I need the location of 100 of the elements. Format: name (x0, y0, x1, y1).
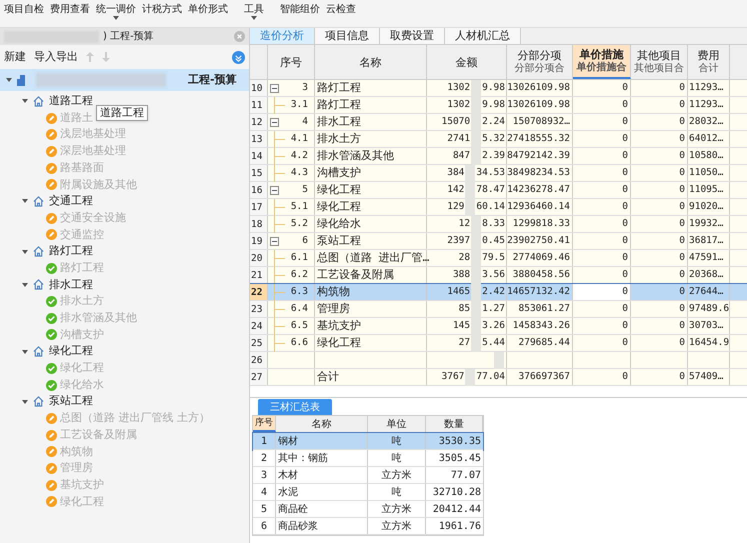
table-cell-text: 合计 (317, 368, 339, 385)
table-row[interactable]: 1 钢材 吨 3530.35 (253, 433, 483, 450)
tab[interactable]: 造价分析 (250, 28, 315, 44)
table-cell-text: 279685.44 (518, 336, 570, 350)
panel-title: ) 工程-预算 (103, 30, 154, 44)
tab[interactable]: 人材机汇总 (445, 28, 521, 44)
table-row[interactable]: 14 4.2 排水管涵及其他 847 2.39 84792142.39 0 0 10580… (250, 148, 747, 165)
table-row[interactable]: 25 6.6 绿化工程 27 5.44 279685.44 0 0 16454.9 (250, 335, 747, 352)
table-row[interactable]: 12 4 排水工程 15070 2.24 150708932… 0 0 28032… (250, 114, 747, 131)
table-row[interactable]: 21 6.2 工艺设备及附属 388 3.56 3880458.56 0 0 20368… (250, 267, 747, 284)
table-cell-text: 排水管涵及其他 (317, 148, 394, 164)
toolbar-button[interactable]: 统一调价 (96, 3, 136, 20)
table-cell-text: 基坑支护 (317, 318, 361, 334)
toolbar-button[interactable]: 计税方式 (142, 3, 182, 16)
table-cell-text: 立方米 (382, 502, 412, 516)
column-header[interactable]: 序号 (253, 416, 276, 432)
table-cell-text: 145 (452, 318, 470, 333)
table-cell-text: 12 (458, 216, 470, 231)
table-cell-text: 0 (622, 234, 628, 248)
table-cell-text: 6.1 (290, 250, 308, 265)
table-cell-text: 12936460.14 (507, 200, 570, 214)
tree-group[interactable]: 路灯工程 (0, 243, 249, 260)
table-cell-text: 14657132.42 (507, 284, 570, 299)
tree-root[interactable]: 工程-预算 (0, 69, 249, 91)
collapse-icon[interactable] (270, 236, 279, 246)
tree-group[interactable]: 排水工程 (0, 276, 249, 294)
pencil-icon (46, 112, 57, 124)
table-cell-text: 10580… (689, 148, 724, 163)
table-row[interactable]: 3 木材 立方米 77.07 (253, 467, 483, 484)
column-header[interactable]: 名称 (315, 45, 427, 79)
tree-group[interactable]: 泵站工程 (0, 393, 249, 410)
table-cell-text: 0 (622, 98, 628, 112)
column-header[interactable]: 序号 (268, 45, 315, 79)
tooltip: 道路工程 (96, 105, 148, 121)
row-number: 14 (250, 148, 268, 164)
toolbar-button[interactable]: 工具 (244, 3, 264, 20)
table-cell-text: 36817… (689, 234, 724, 248)
table-row[interactable]: 23 6.4 管理房 85 1.27 853061.27 0 0 97489.6 (250, 301, 747, 318)
table-cell-text: 77.07 (450, 468, 481, 482)
check-icon (46, 329, 57, 340)
table-row[interactable]: 18 5.2 绿化给水 12 8.33 1299818.33 0 0 19932… (250, 216, 747, 233)
table-row[interactable]: 13 4.1 排水土方 2741 5.32 27418555.32 0 0 64012… (250, 131, 747, 148)
table-cell-text: 28 (458, 250, 470, 265)
row-number: 10 (250, 80, 268, 96)
table-cell-text: 853061.27 (518, 302, 570, 316)
table-row[interactable]: 6 商品砂浆 立方米 1961.76 (253, 518, 483, 535)
table-row[interactable]: 4 水泥 吨 32710.28 (253, 484, 483, 501)
toolbar-button[interactable]: 费用查看 (50, 3, 90, 16)
table-row[interactable]: 27 合计 3767 77.04 376697367 0 0 57409… (250, 369, 747, 386)
tree-group[interactable]: 绿化工程 (0, 343, 249, 360)
toolbar-button[interactable]: 智能组价 (280, 3, 320, 16)
table-row[interactable]: 5 商品砼 立方米 20412.44 (253, 501, 483, 518)
table-cell-text: 3.56 (482, 268, 505, 282)
column-header[interactable]: 单价措施 单价措施合 (573, 45, 631, 79)
toolbar-button[interactable]: 云检查 (326, 3, 356, 16)
table-cell-text: 0.45 (482, 234, 505, 248)
collapse-icon[interactable] (270, 84, 279, 92)
column-header[interactable]: 费用 合计 (688, 45, 730, 79)
row-number: 16 (250, 182, 268, 198)
column-header[interactable]: 其他项目 其他项目合 (631, 45, 688, 79)
table-row[interactable]: 19 6 泵站工程 2397 0.45 23902750.41 0 0 36817… (250, 233, 747, 250)
tree-group[interactable]: 交通工程 (0, 193, 249, 210)
collapse-icon[interactable] (270, 186, 279, 194)
caret-icon (22, 398, 28, 405)
table-row[interactable]: 10 3 路灯工程 1302 9.98 13026109.98 0 0 11293… (250, 80, 747, 97)
table-cell-text: 商品砼 (278, 502, 308, 516)
table-cell-text: 20368… (689, 268, 724, 282)
table-cell-text: 4.3 (290, 166, 308, 180)
tree-line (274, 130, 285, 148)
pencil-icon (46, 412, 57, 424)
table-row[interactable]: 11 3.1 路灯工程 1302 9.98 13026109.98 0 0 11293… (250, 97, 747, 114)
tab[interactable]: 项目信息 (315, 28, 380, 44)
action-button[interactable]: 导入导出 (34, 48, 78, 66)
table-row[interactable]: 20 6.1 总图（道路 进出厂管… 28 79.5 2774069.46 0 0 47591… (250, 250, 747, 267)
house-icon (33, 346, 44, 358)
column-header[interactable]: 金额 (427, 45, 507, 79)
action-button[interactable]: 新建 (4, 48, 26, 66)
collapse-icon[interactable] (270, 118, 279, 126)
pencil-icon (46, 129, 57, 140)
blurred-region (471, 334, 482, 352)
toolbar-button[interactable]: 项目自检 (4, 3, 44, 16)
table-cell-text: 0 (622, 284, 628, 299)
pencil-icon (46, 430, 57, 441)
table-row[interactable]: 17 5.1 绿化工程 129 60.14 12936460.14 0 0 91020… (250, 199, 747, 216)
table-cell-text: 57409… (689, 370, 724, 384)
table-cell-text: 2774069.46 (512, 250, 570, 265)
table-row[interactable]: 24 6.5 基坑支护 145 3.26 1458343.26 0 0 30703… (250, 318, 747, 335)
tree-line (274, 216, 285, 232)
tab[interactable]: 取费设置 (380, 28, 445, 44)
table-cell-text: 3505.45 (438, 452, 481, 466)
table-row[interactable]: 15 4.3 沟槽支护 384 34.53 38498234.53 0 0 11050… (250, 165, 747, 182)
tree-line (274, 164, 285, 182)
table-row[interactable]: 26 (250, 352, 747, 369)
caret-icon (22, 282, 28, 288)
table-row[interactable]: 22 6.3 构筑物 1465 2.42 14657132.42 0 0 27644… (250, 284, 747, 301)
table-row[interactable]: 2 其中：钢筋 吨 3505.45 (253, 450, 483, 467)
expand-icon[interactable] (232, 50, 245, 64)
table-row[interactable]: 16 5 绿化工程 142 78.47 14236278.47 0 0 11095… (250, 182, 747, 199)
table-cell-text: 0 (622, 200, 628, 214)
toolbar-button[interactable]: 单价形式 (188, 3, 228, 16)
